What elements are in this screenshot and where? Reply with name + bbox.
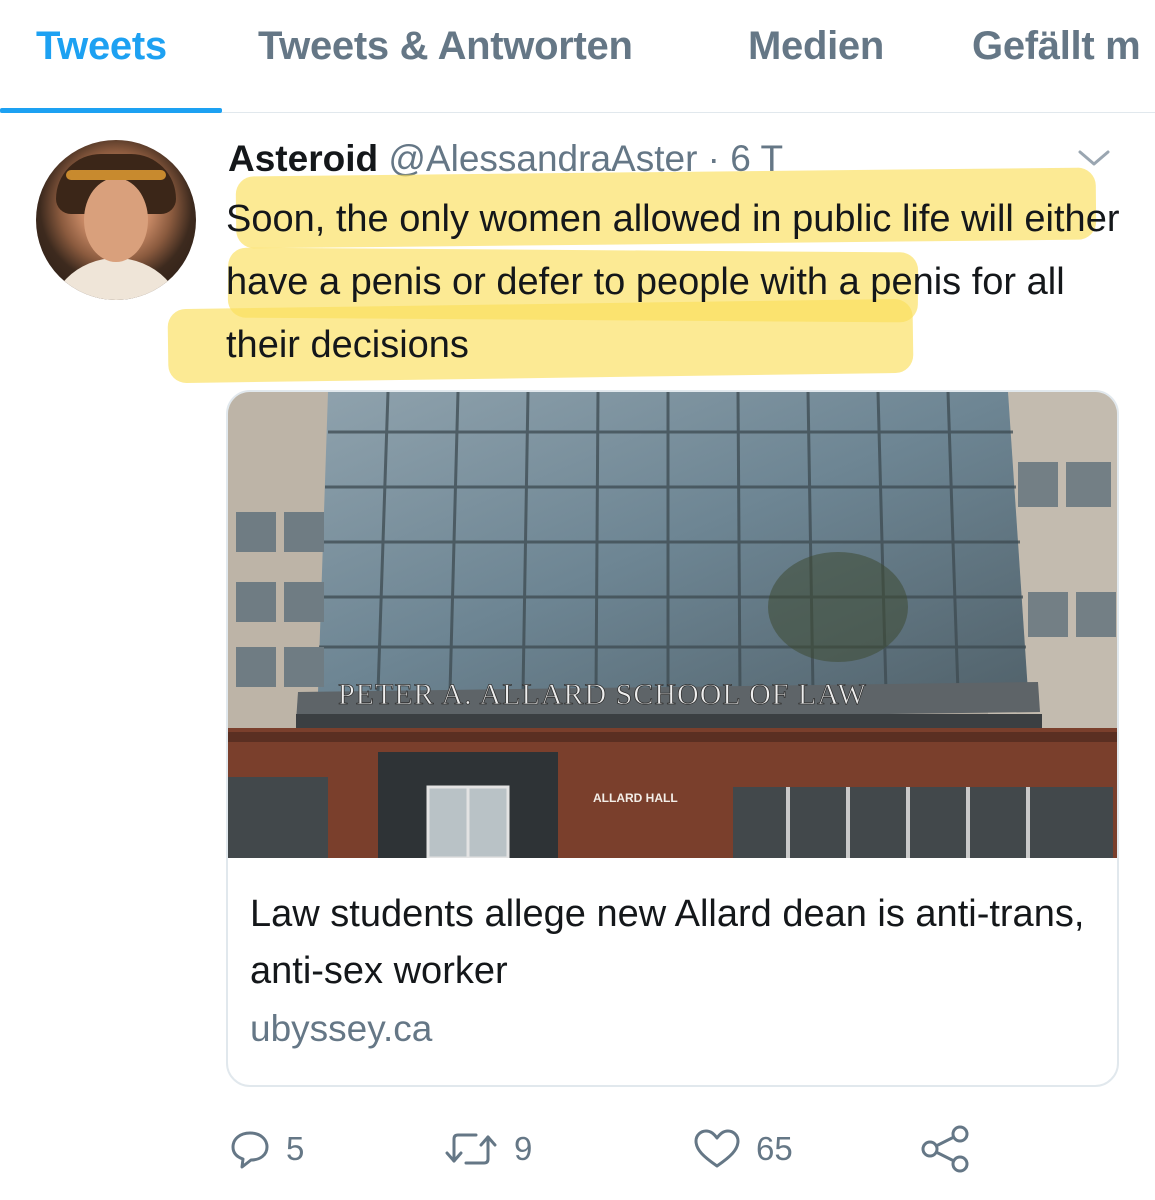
avatar-face [84, 178, 148, 262]
avatar[interactable] [36, 140, 196, 300]
chevron-down-icon[interactable] [1074, 146, 1114, 170]
retweet-icon [445, 1133, 497, 1165]
card-title[interactable]: Law students allege new Allard dean is a… [250, 886, 1100, 1000]
card-image-building: PETER A. ALLARD SCHOOL OF LAW ALLARD HAL… [228, 392, 1117, 858]
heart-icon [694, 1129, 740, 1168]
building-sublabel: ALLARD HALL [593, 791, 678, 805]
retweet-count: 9 [514, 1130, 533, 1167]
tab-likes[interactable]: Gefällt m [972, 24, 1141, 69]
tab-media[interactable]: Medien [748, 24, 884, 69]
share-icon [921, 1125, 969, 1173]
reply-count: 5 [286, 1130, 305, 1167]
share-button[interactable] [920, 1125, 972, 1173]
card-domain[interactable]: ubyssey.ca [250, 1008, 432, 1050]
avatar-shoulders [46, 258, 186, 300]
like-button[interactable]: 65 [692, 1125, 793, 1173]
tab-tweets-and-replies[interactable]: Tweets & Antworten [258, 24, 633, 69]
retweet-button[interactable]: 9 [442, 1125, 532, 1173]
reply-button[interactable]: 5 [228, 1125, 304, 1173]
tweet-text: Soon, the only women allowed in public l… [226, 198, 1120, 366]
like-count: 65 [756, 1130, 793, 1167]
link-card[interactable]: PETER A. ALLARD SCHOOL OF LAW ALLARD HAL… [226, 390, 1119, 1087]
author-name[interactable]: Asteroid [228, 138, 378, 179]
reply-icon [231, 1131, 269, 1169]
avatar-headband [66, 170, 166, 180]
profile-tabs: Tweets Tweets & Antworten Medien Gefällt… [0, 0, 1155, 113]
building-sign: PETER A. ALLARD SCHOOL OF LAW [338, 678, 867, 711]
active-tab-indicator [0, 108, 222, 113]
tab-tweets[interactable]: Tweets [36, 24, 167, 69]
